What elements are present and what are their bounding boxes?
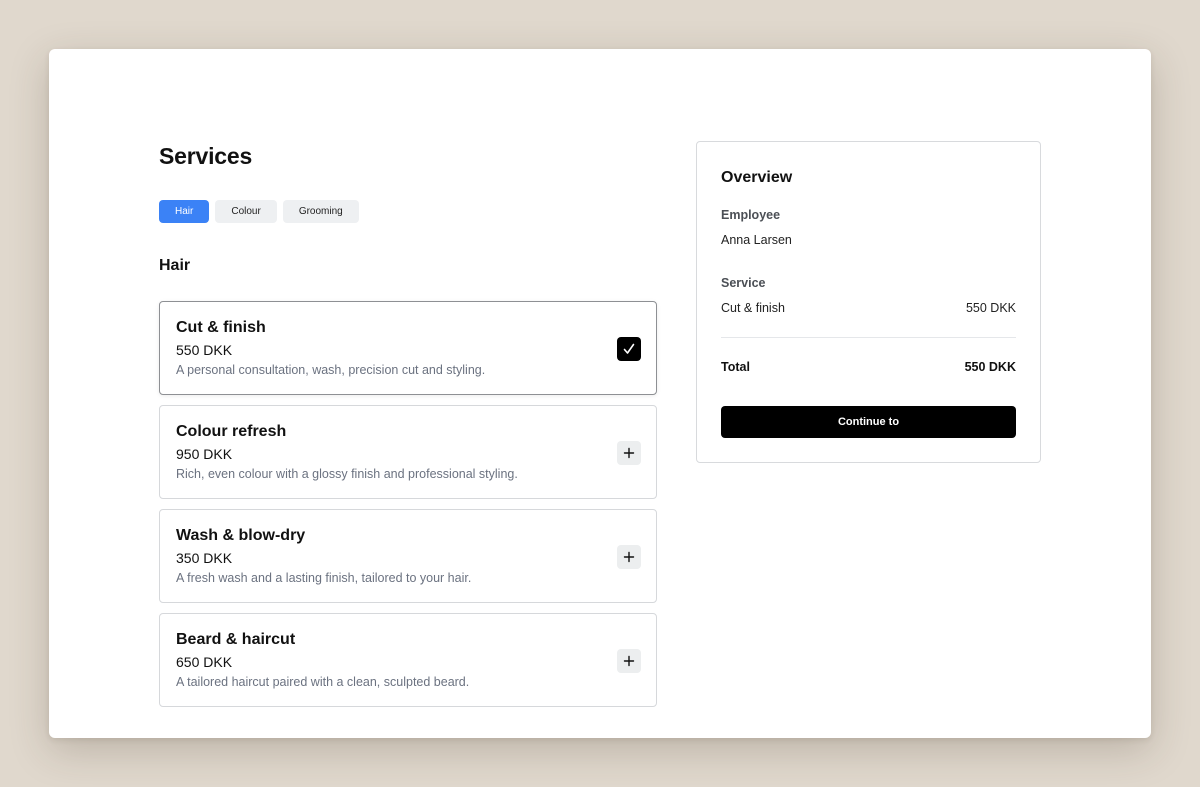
- overview-panel: Overview Employee Anna Larsen Service Cu…: [696, 141, 1041, 463]
- tab-hair[interactable]: Hair: [159, 200, 210, 223]
- add-service-button[interactable]: [617, 545, 641, 569]
- divider: [721, 337, 1016, 338]
- employee-value: Anna Larsen: [721, 233, 792, 247]
- service-name: Wash & blow-dry: [176, 527, 306, 544]
- service-description: A tailored haircut paired with a clean, …: [176, 675, 470, 689]
- add-service-button[interactable]: [617, 649, 641, 673]
- service-price: 950 DKK: [176, 446, 233, 462]
- service-list: Cut & finish 550 DKK A personal consulta…: [159, 301, 657, 707]
- continue-button[interactable]: Continue to: [721, 406, 1016, 438]
- service-summary-name: Cut & finish: [721, 301, 785, 315]
- service-name: Cut & finish: [176, 319, 266, 336]
- overview-title: Overview: [721, 169, 793, 186]
- service-price: 350 DKK: [176, 550, 233, 566]
- tab-grooming[interactable]: Grooming: [282, 200, 359, 223]
- service-summary-price: 550 DKK: [965, 301, 1016, 315]
- checkmark-icon: [623, 343, 635, 354]
- service-description: Rich, even colour with a glossy finish a…: [176, 467, 518, 481]
- services-panel: Services Hair Colour Grooming Hair Cut &…: [159, 141, 657, 707]
- service-card-cut-finish[interactable]: Cut & finish 550 DKK A personal consulta…: [159, 301, 657, 395]
- category-tabs: Hair Colour Grooming: [159, 200, 657, 223]
- service-price: 650 DKK: [176, 654, 233, 670]
- total-value: 550 DKK: [964, 360, 1016, 374]
- add-service-button[interactable]: [617, 441, 641, 465]
- section-title: Hair: [159, 257, 191, 274]
- plus-icon: [623, 655, 635, 667]
- service-select-toggle[interactable]: [617, 337, 641, 361]
- total-row: Total 550 DKK: [721, 359, 1016, 375]
- booking-window: Services Hair Colour Grooming Hair Cut &…: [49, 49, 1151, 738]
- service-description: A personal consultation, wash, precision…: [176, 363, 486, 377]
- service-summary-row: Cut & finish 550 DKK: [721, 300, 1016, 316]
- tab-colour[interactable]: Colour: [215, 200, 277, 223]
- service-price: 550 DKK: [176, 342, 233, 358]
- service-description: A fresh wash and a lasting finish, tailo…: [176, 571, 472, 585]
- service-card-wash-blow-dry[interactable]: Wash & blow-dry 350 DKK A fresh wash and…: [159, 509, 657, 603]
- plus-icon: [623, 551, 635, 563]
- page-title: Services: [159, 143, 253, 169]
- service-card-colour-refresh[interactable]: Colour refresh 950 DKK Rich, even colour…: [159, 405, 657, 499]
- plus-icon: [623, 447, 635, 459]
- total-label: Total: [721, 360, 750, 374]
- service-name: Beard & haircut: [176, 631, 296, 648]
- employee-label: Employee: [721, 208, 781, 222]
- service-card-beard-haircut[interactable]: Beard & haircut 650 DKK A tailored hairc…: [159, 613, 657, 707]
- service-label: Service: [721, 276, 766, 290]
- service-name: Colour refresh: [176, 423, 287, 440]
